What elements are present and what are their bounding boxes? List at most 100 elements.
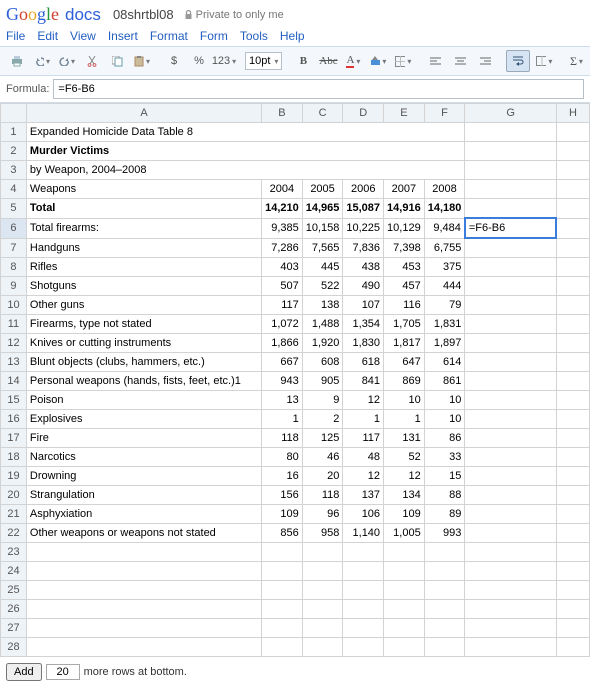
row-header[interactable]: 20 bbox=[1, 486, 27, 505]
cell[interactable] bbox=[465, 372, 557, 391]
cell[interactable] bbox=[465, 600, 557, 619]
cell[interactable] bbox=[302, 600, 343, 619]
cell[interactable]: 89 bbox=[424, 505, 465, 524]
cell[interactable]: 1,817 bbox=[384, 334, 425, 353]
cell[interactable] bbox=[465, 353, 557, 372]
menu-help[interactable]: Help bbox=[280, 29, 305, 43]
cell[interactable]: 14,180 bbox=[424, 199, 465, 219]
cell[interactable]: 1 bbox=[384, 410, 425, 429]
cell[interactable]: 131 bbox=[384, 429, 425, 448]
row-header[interactable]: 3 bbox=[1, 161, 27, 180]
row-header[interactable]: 18 bbox=[1, 448, 27, 467]
cell[interactable]: 106 bbox=[343, 505, 384, 524]
menu-view[interactable]: View bbox=[70, 29, 96, 43]
cell[interactable] bbox=[302, 581, 343, 600]
menu-tools[interactable]: Tools bbox=[240, 29, 268, 43]
cell[interactable]: Shotguns bbox=[26, 277, 261, 296]
cell[interactable]: by Weapon, 2004–2008 bbox=[26, 161, 464, 180]
cell[interactable] bbox=[556, 238, 589, 258]
cell[interactable]: 2007 bbox=[384, 180, 425, 199]
row-header[interactable]: 21 bbox=[1, 505, 27, 524]
menu-file[interactable]: File bbox=[6, 29, 25, 43]
copy-icon[interactable] bbox=[106, 51, 128, 71]
cell[interactable]: 1,830 bbox=[343, 334, 384, 353]
cell[interactable] bbox=[556, 199, 589, 219]
cell[interactable]: 125 bbox=[302, 429, 343, 448]
cell[interactable]: 137 bbox=[343, 486, 384, 505]
cell[interactable]: 14,210 bbox=[262, 199, 303, 219]
cell[interactable] bbox=[343, 619, 384, 638]
cell[interactable]: 507 bbox=[262, 277, 303, 296]
cell[interactable] bbox=[556, 258, 589, 277]
cell[interactable] bbox=[384, 581, 425, 600]
cell[interactable] bbox=[556, 180, 589, 199]
currency-button[interactable]: $ bbox=[163, 51, 185, 71]
redo-button[interactable] bbox=[56, 51, 78, 71]
cell[interactable]: 10 bbox=[424, 410, 465, 429]
cell[interactable] bbox=[26, 619, 261, 638]
row-header[interactable]: 6 bbox=[1, 218, 27, 238]
cell[interactable]: Total bbox=[26, 199, 261, 219]
cell[interactable]: 667 bbox=[262, 353, 303, 372]
add-rows-count-input[interactable] bbox=[46, 664, 80, 680]
cell[interactable] bbox=[343, 638, 384, 657]
cell[interactable]: 14,916 bbox=[384, 199, 425, 219]
cell[interactable] bbox=[465, 543, 557, 562]
cell[interactable]: Drowning bbox=[26, 467, 261, 486]
cell[interactable]: 7,565 bbox=[302, 238, 343, 258]
privacy-indicator[interactable]: Private to only me bbox=[184, 9, 284, 21]
cell[interactable]: Strangulation bbox=[26, 486, 261, 505]
cell[interactable] bbox=[465, 467, 557, 486]
col-header-e[interactable]: E bbox=[384, 104, 425, 123]
borders-button[interactable] bbox=[392, 51, 414, 71]
cell[interactable] bbox=[465, 524, 557, 543]
cell[interactable] bbox=[26, 638, 261, 657]
cell[interactable] bbox=[465, 199, 557, 219]
cell[interactable] bbox=[26, 600, 261, 619]
cell[interactable]: Personal weapons (hands, fists, feet, et… bbox=[26, 372, 261, 391]
cell[interactable]: 905 bbox=[302, 372, 343, 391]
cell[interactable]: Rifles bbox=[26, 258, 261, 277]
cell[interactable] bbox=[556, 619, 589, 638]
doc-title[interactable]: 08shrtbl08 bbox=[113, 7, 174, 22]
cell[interactable]: 438 bbox=[343, 258, 384, 277]
row-header[interactable]: 11 bbox=[1, 315, 27, 334]
cell[interactable]: 15 bbox=[424, 467, 465, 486]
cell[interactable]: 1,831 bbox=[424, 315, 465, 334]
cell[interactable]: Handguns bbox=[26, 238, 261, 258]
align-center-button[interactable] bbox=[449, 51, 471, 71]
cell[interactable] bbox=[556, 600, 589, 619]
cell[interactable]: 1 bbox=[262, 410, 303, 429]
paste-icon[interactable] bbox=[131, 51, 153, 71]
cell[interactable]: 375 bbox=[424, 258, 465, 277]
add-rows-button[interactable]: Add bbox=[6, 663, 42, 681]
cell[interactable] bbox=[262, 638, 303, 657]
cell[interactable] bbox=[556, 353, 589, 372]
cell[interactable]: 618 bbox=[343, 353, 384, 372]
cell[interactable]: 13 bbox=[262, 391, 303, 410]
cell[interactable]: Fire bbox=[26, 429, 261, 448]
corner-cell[interactable] bbox=[1, 104, 27, 123]
align-right-button[interactable] bbox=[474, 51, 496, 71]
cell[interactable]: Knives or cutting instruments bbox=[26, 334, 261, 353]
cell[interactable]: 2008 bbox=[424, 180, 465, 199]
row-header[interactable]: 10 bbox=[1, 296, 27, 315]
cell[interactable]: 958 bbox=[302, 524, 343, 543]
cell[interactable]: Blunt objects (clubs, hammers, etc.) bbox=[26, 353, 261, 372]
cell[interactable] bbox=[556, 543, 589, 562]
cell[interactable]: 12 bbox=[343, 467, 384, 486]
cell[interactable] bbox=[302, 619, 343, 638]
cell[interactable] bbox=[343, 600, 384, 619]
cell[interactable] bbox=[384, 543, 425, 562]
row-header[interactable]: 27 bbox=[1, 619, 27, 638]
undo-button[interactable] bbox=[31, 51, 53, 71]
bold-button[interactable]: B bbox=[292, 51, 314, 71]
cell[interactable]: 109 bbox=[262, 505, 303, 524]
cell[interactable]: 2 bbox=[302, 410, 343, 429]
font-size-select[interactable]: 10pt bbox=[245, 52, 282, 70]
menu-edit[interactable]: Edit bbox=[37, 29, 58, 43]
cell[interactable]: 86 bbox=[424, 429, 465, 448]
row-header[interactable]: 1 bbox=[1, 123, 27, 142]
cell[interactable] bbox=[556, 161, 589, 180]
print-icon[interactable] bbox=[6, 51, 28, 71]
